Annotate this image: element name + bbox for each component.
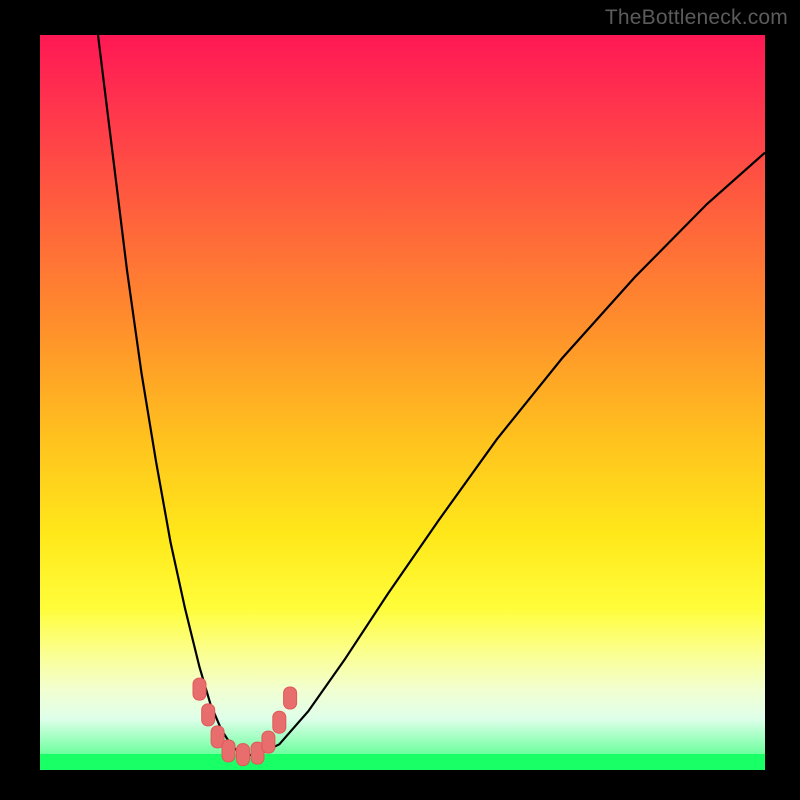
data-marker xyxy=(222,740,235,762)
data-marker xyxy=(262,731,275,753)
bottleneck-curve xyxy=(98,35,765,755)
plot-area xyxy=(40,35,765,770)
chart-overlay xyxy=(40,35,765,770)
data-marker xyxy=(273,711,286,733)
data-marker xyxy=(284,687,297,709)
watermark-text: TheBottleneck.com xyxy=(605,6,788,30)
data-marker xyxy=(237,744,250,766)
marker-group xyxy=(193,678,297,766)
data-marker xyxy=(193,678,206,700)
data-marker xyxy=(202,704,215,726)
chart-frame: TheBottleneck.com xyxy=(0,0,800,800)
